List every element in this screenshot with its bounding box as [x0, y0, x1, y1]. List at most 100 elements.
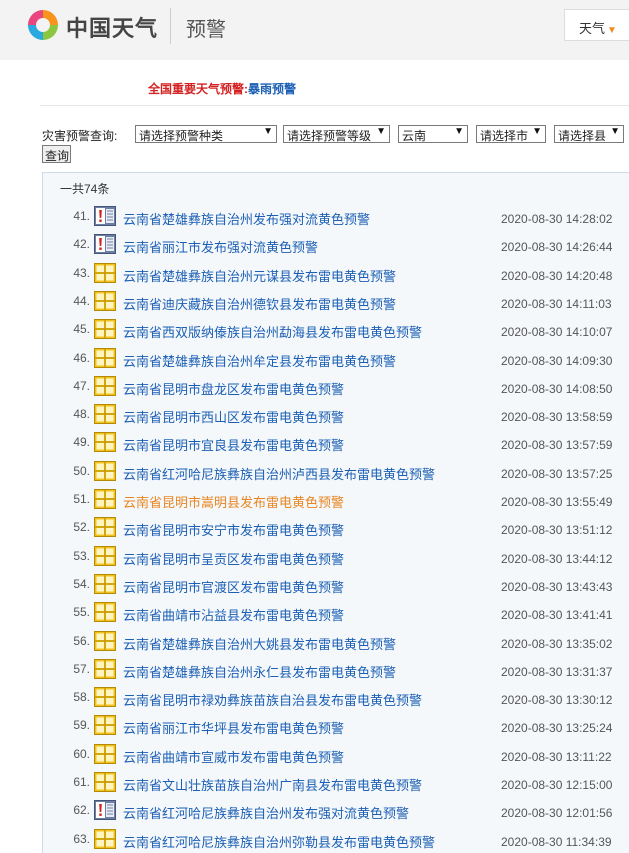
alert-title-link[interactable]: 云南省丽江市发布强对流黄色预警 — [123, 237, 318, 256]
item-number: 61. — [73, 775, 90, 789]
alert-title-link[interactable]: 云南省红河哈尼族彝族自治州发布强对流黄色预警 — [123, 803, 409, 822]
item-number: 54. — [73, 576, 90, 591]
alert-timestamp: 2020-08-30 11:34:39 — [501, 834, 612, 849]
alert-title-link[interactable]: 云南省红河哈尼族彝族自治州弥勒县发布雷电黄色预警 — [123, 832, 435, 851]
alert-timestamp: 2020-08-30 13:11:22 — [501, 749, 612, 764]
thunder-yellow-icon — [94, 630, 116, 651]
total-count: 一共74条 — [60, 182, 110, 196]
alert-timestamp: 2020-08-30 13:35:02 — [501, 636, 613, 651]
alert-timestamp: 2020-08-30 14:10:07 — [501, 325, 613, 340]
alert-title-link[interactable]: 云南省红河哈尼族彝族自治州泸西县发布雷电黄色预警 — [123, 464, 435, 483]
alert-title-link[interactable]: 云南省楚雄彝族自治州牟定县发布雷电黄色预警 — [123, 351, 396, 370]
alert-title-link[interactable]: 云南省昆明市西山区发布雷电黄色预警 — [123, 407, 344, 426]
alert-title-link[interactable]: 云南省楚雄彝族自治州永仁县发布雷电黄色预警 — [123, 662, 396, 681]
alert-timestamp: 2020-08-30 14:26:44 — [501, 240, 613, 255]
query-label: 灾害预警查询: — [42, 129, 118, 143]
alert-title-link[interactable]: 云南省昆明市禄劝彝族苗族自治县发布雷电黄色预警 — [123, 690, 422, 709]
alert-title-link[interactable]: 云南省昆明市官渡区发布雷电黄色预警 — [123, 577, 344, 596]
thunder-yellow-icon — [94, 573, 116, 594]
thunder-yellow-icon — [94, 715, 116, 736]
thunder-yellow-icon — [94, 319, 116, 340]
alert-level-select[interactable]: 请选择预警等级 ▼ — [283, 125, 390, 143]
dropdown-arrow-icon: ▼ — [454, 126, 464, 137]
list-item: 43. 云南省楚雄彝族自治州元谋县发布雷电黄色预警 2020-08-30 14:20… — [43, 262, 629, 291]
item-number: 52. — [73, 520, 90, 535]
thunder-yellow-icon — [94, 432, 116, 453]
item-number: 57. — [73, 661, 90, 676]
alert-timestamp: 2020-08-30 13:30:12 — [501, 693, 613, 708]
alert-title-link[interactable]: 云南省迪庆藏族自治州德钦县发布雷电黄色预警 — [123, 294, 396, 313]
alert-timestamp: 2020-08-30 13:44:12 — [501, 551, 613, 566]
alert-title-link[interactable]: 云南省文山壮族苗族自治州广南县发布雷电黄色预警 — [123, 775, 422, 794]
list-item: 54. 云南省昆明市官渡区发布雷电黄色预警 2020-08-30 13:43:43 — [43, 573, 629, 602]
alert-title-link[interactable]: 云南省曲靖市沾益县发布雷电黄色预警 — [123, 605, 344, 624]
province-value: 云南 — [402, 129, 427, 143]
alert-timestamp: 2020-08-30 12:01:56 — [501, 806, 613, 821]
chevron-down-icon: ▼ — [607, 25, 617, 36]
list-item: 49. 云南省昆明市宜良县发布雷电黄色预警 2020-08-30 13:57:59 — [43, 432, 629, 460]
list-item: 46. 云南省楚雄彝族自治州牟定县发布雷电黄色预警 2020-08-30 14:09… — [43, 347, 629, 376]
alert-title-link[interactable]: 云南省丽江市华坪县发布雷电黄色预警 — [123, 718, 344, 737]
county-value: 请选择县 — [558, 129, 607, 143]
item-number: 43. — [73, 265, 90, 280]
item-number: 44. — [73, 293, 90, 308]
alert-timestamp: 2020-08-30 14:09:30 — [501, 353, 613, 368]
alert-title-link[interactable]: 云南省昆明市安宁市发布雷电黄色预警 — [123, 520, 344, 539]
item-number: 49. — [73, 435, 90, 450]
city-select[interactable]: 请选择市 ▼ — [476, 125, 546, 143]
alert-title-link[interactable]: 云南省昆明市呈贡区发布雷电黄色预警 — [123, 549, 344, 568]
alert-timestamp: 2020-08-30 14:08:50 — [501, 381, 613, 396]
item-number: 53. — [73, 548, 90, 563]
alert-title-link[interactable]: 云南省昆明市宜良县发布雷电黄色预警 — [123, 435, 344, 454]
dropdown-arrow-icon: ▼ — [376, 126, 386, 137]
alert-title-link[interactable]: 云南省昆明市嵩明县发布雷电黄色预警 — [123, 492, 344, 511]
weather-menu-button[interactable]: 天气 ▼ — [564, 9, 629, 41]
county-select[interactable]: 请选择县 ▼ — [554, 125, 624, 143]
alert-title-link[interactable]: 云南省西双版纳傣族自治州勐海县发布雷电黄色预警 — [123, 322, 422, 341]
list-item: 59. 云南省丽江市华坪县发布雷电黄色预警 2020-08-30 13:25:24 — [43, 715, 629, 743]
item-number: 42. — [73, 237, 90, 252]
list-item: 47. 云南省昆明市盘龙区发布雷电黄色预警 2020-08-30 14:08:50 — [43, 375, 629, 404]
thunder-yellow-icon — [94, 772, 116, 792]
item-number: 50. — [73, 463, 90, 478]
alert-timestamp: 2020-08-30 13:58:59 — [501, 410, 613, 425]
alert-title-link[interactable]: 云南省楚雄彝族自治州发布强对流黄色预警 — [123, 209, 370, 228]
thunder-yellow-icon — [94, 828, 116, 849]
list-item: 50. 云南省红河哈尼族彝族自治州泸西县发布雷电黄色预警 2020-08-30 13… — [43, 460, 629, 489]
thunder-yellow-icon — [94, 347, 116, 368]
china-weather-logo-icon[interactable] — [26, 8, 60, 42]
rainstorm-alert-link[interactable]: 暴雨预警 — [248, 82, 296, 96]
item-number: 62. — [73, 803, 90, 818]
list-item: 56. 云南省楚雄彝族自治州大姚县发布雷电黄色预警 2020-08-30 13:35… — [43, 630, 629, 659]
alert-title-link[interactable]: 云南省楚雄彝族自治州元谋县发布雷电黄色预警 — [123, 266, 396, 285]
site-brand[interactable]: 中国天气 — [66, 11, 158, 43]
thunder-yellow-icon — [94, 489, 116, 509]
search-button[interactable]: 查询 — [42, 145, 71, 163]
alert-list: 一共74条 41. 云南省楚雄彝族自治州发布强对流黄色预警 2020-08-30 1… — [42, 172, 629, 853]
alert-title-link[interactable]: 云南省曲靖市宣威市发布雷电黄色预警 — [123, 747, 344, 766]
thunder-yellow-icon — [94, 404, 116, 425]
alert-title-link[interactable]: 云南省楚雄彝族自治州大姚县发布雷电黄色预警 — [123, 634, 396, 653]
weather-menu-label: 天气 — [579, 21, 606, 36]
alert-timestamp: 2020-08-30 13:51:12 — [501, 523, 613, 538]
item-number: 45. — [73, 322, 90, 337]
alert-timestamp: 2020-08-30 13:43:43 — [501, 579, 613, 594]
alert-timestamp: 2020-08-30 13:57:25 — [501, 466, 613, 481]
item-number: 59. — [73, 718, 90, 733]
strong-convection-icon — [94, 206, 116, 226]
province-select[interactable]: 云南 ▼ — [398, 125, 468, 143]
alert-type-select[interactable]: 请选择预警种类 ▼ — [135, 125, 277, 143]
thunder-yellow-icon — [94, 743, 116, 764]
thunder-yellow-icon — [94, 290, 116, 311]
list-item: 60. 云南省曲靖市宣威市发布雷电黄色预警 2020-08-30 13:11:22 — [43, 743, 629, 772]
alert-timestamp: 2020-08-30 13:55:49 — [501, 495, 613, 509]
strong-convection-icon — [94, 234, 116, 255]
thunder-yellow-icon — [94, 460, 116, 481]
alert-timestamp: 2020-08-30 13:25:24 — [501, 721, 613, 736]
list-item: 48. 云南省昆明市西山区发布雷电黄色预警 2020-08-30 13:58:59 — [43, 404, 629, 432]
item-number: 41. — [73, 209, 90, 223]
list-item: 45. 云南省西双版纳傣族自治州勐海县发布雷电黄色预警 2020-08-30 14:… — [43, 319, 629, 347]
alert-title-link[interactable]: 云南省昆明市盘龙区发布雷电黄色预警 — [123, 379, 344, 398]
alert-timestamp: 2020-08-30 13:57:59 — [501, 438, 613, 453]
alert-timestamp: 2020-08-30 14:28:02 — [501, 212, 613, 226]
